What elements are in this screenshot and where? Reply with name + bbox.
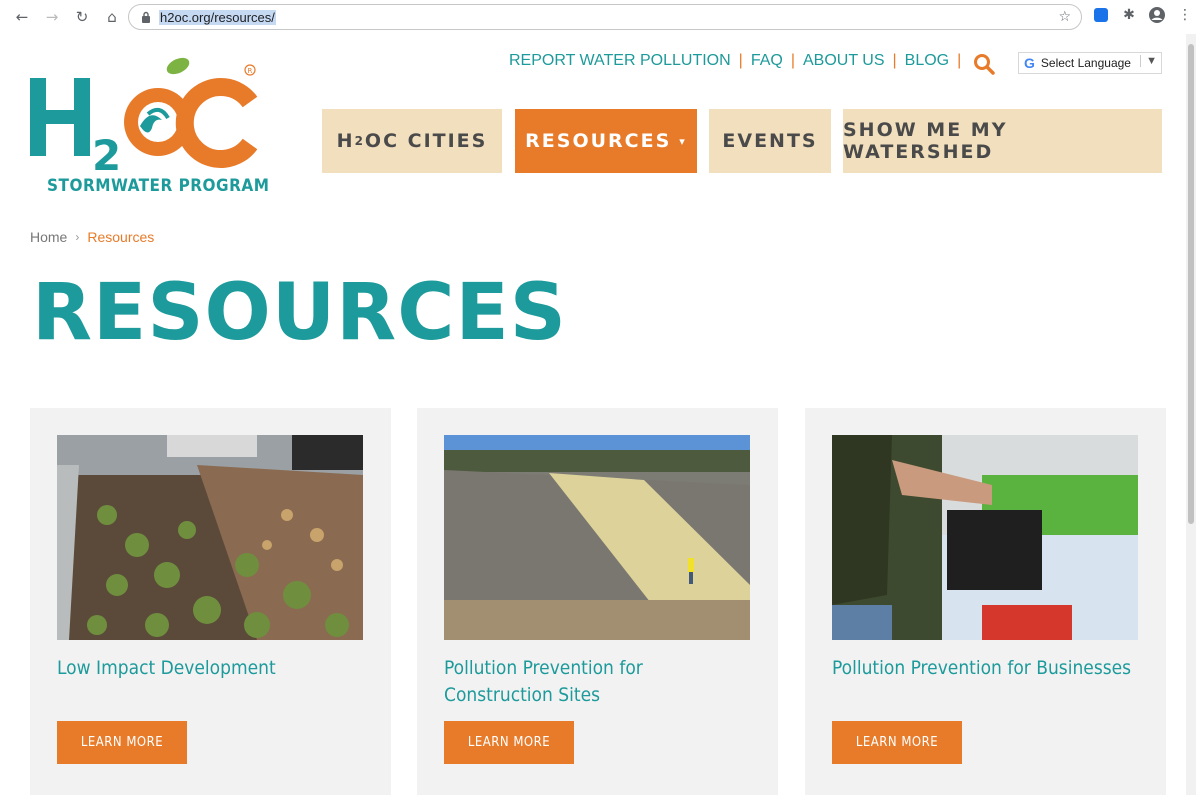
lock-icon xyxy=(141,11,151,23)
nav-show-me-my-watershed[interactable]: SHOW ME MY WATERSHED xyxy=(843,109,1162,173)
battery-disposal-photo[interactable] xyxy=(832,435,1138,640)
svg-text:R: R xyxy=(248,67,253,75)
page-scrollbar[interactable] xyxy=(1186,34,1196,795)
logo-subtitle: STORMWATER PROGRAM xyxy=(47,176,270,196)
nav-events[interactable]: EVENTS xyxy=(709,109,831,173)
back-icon[interactable]: ← xyxy=(10,5,34,29)
divider: | xyxy=(738,52,743,69)
nav-resources[interactable]: RESOURCES ▾ xyxy=(515,109,697,173)
breadcrumb-current: Resources xyxy=(87,229,155,245)
extension-icon[interactable] xyxy=(1092,6,1110,24)
nav-events-label: EVENTS xyxy=(722,130,818,152)
card-title[interactable]: Pollution Prevention for Construction Si… xyxy=(444,655,754,708)
language-select[interactable]: G Select Language ▼ xyxy=(1018,52,1162,74)
search-icon[interactable] xyxy=(972,52,996,76)
learn-more-button[interactable]: LEARN MORE xyxy=(832,721,962,764)
puzzle-extensions-icon[interactable]: ✱ xyxy=(1120,6,1138,24)
chevron-right-icon: › xyxy=(75,230,80,244)
dropdown-arrow-icon: ▼ xyxy=(1140,55,1157,67)
divider: | xyxy=(892,52,897,69)
caret-down-icon: ▾ xyxy=(679,134,687,148)
divider: | xyxy=(790,52,795,69)
profile-icon[interactable] xyxy=(1148,6,1166,24)
about-us-link[interactable]: ABOUT US xyxy=(803,52,885,70)
divider: | xyxy=(957,52,962,69)
resource-card: Pollution Prevention for Businesses LEAR… xyxy=(805,408,1166,795)
nav-resources-label: RESOURCES xyxy=(525,130,672,152)
address-bar[interactable]: h2oc.org/resources/ ☆ xyxy=(128,4,1082,30)
utility-nav: REPORT WATER POLLUTION | FAQ | ABOUT US … xyxy=(509,52,969,70)
nav-watershed-label: SHOW ME MY WATERSHED xyxy=(843,119,1008,163)
nav-cities-h: H xyxy=(336,130,355,152)
breadcrumb: Home › Resources xyxy=(30,229,154,245)
learn-more-button[interactable]: LEARN MORE xyxy=(444,721,574,764)
report-pollution-link[interactable]: REPORT WATER POLLUTION xyxy=(509,52,731,70)
card-title[interactable]: Low Impact Development xyxy=(57,655,367,682)
menu-kebab-icon[interactable]: ⋮ xyxy=(1176,6,1194,24)
scrollbar-thumb[interactable] xyxy=(1188,44,1194,524)
reload-icon[interactable]: ↻ xyxy=(70,5,94,29)
nav-cities-sub: 2 xyxy=(354,134,365,148)
google-g-icon: G xyxy=(1024,55,1035,71)
rain-garden-photo[interactable] xyxy=(57,435,363,640)
blog-link[interactable]: BLOG xyxy=(905,52,949,70)
breadcrumb-home[interactable]: Home xyxy=(30,229,67,245)
url-text: h2oc.org/resources/ xyxy=(159,9,276,25)
resource-card: Low Impact Development LEARN MORE xyxy=(30,408,391,795)
forward-icon[interactable]: → xyxy=(40,5,64,29)
home-icon[interactable]: ⌂ xyxy=(100,5,124,29)
browser-toolbar: ← → ↻ ⌂ h2oc.org/resources/ ☆ ✱ ⋮ xyxy=(0,0,1196,34)
learn-more-button[interactable]: LEARN MORE xyxy=(57,721,187,764)
resource-card: Pollution Prevention for Construction Si… xyxy=(417,408,778,795)
bookmark-star-icon[interactable]: ☆ xyxy=(1058,9,1071,25)
construction-slope-photo[interactable] xyxy=(444,435,750,640)
faq-link[interactable]: FAQ xyxy=(751,52,783,70)
svg-text:2: 2 xyxy=(92,131,121,180)
page-title: RESOURCES xyxy=(32,268,567,358)
card-title[interactable]: Pollution Prevention for Businesses xyxy=(832,655,1142,682)
language-label: Select Language xyxy=(1040,56,1131,70)
nav-cities-label: OC CITIES xyxy=(364,130,488,152)
nav-h2oc-cities[interactable]: H 2 OC CITIES xyxy=(322,109,502,173)
